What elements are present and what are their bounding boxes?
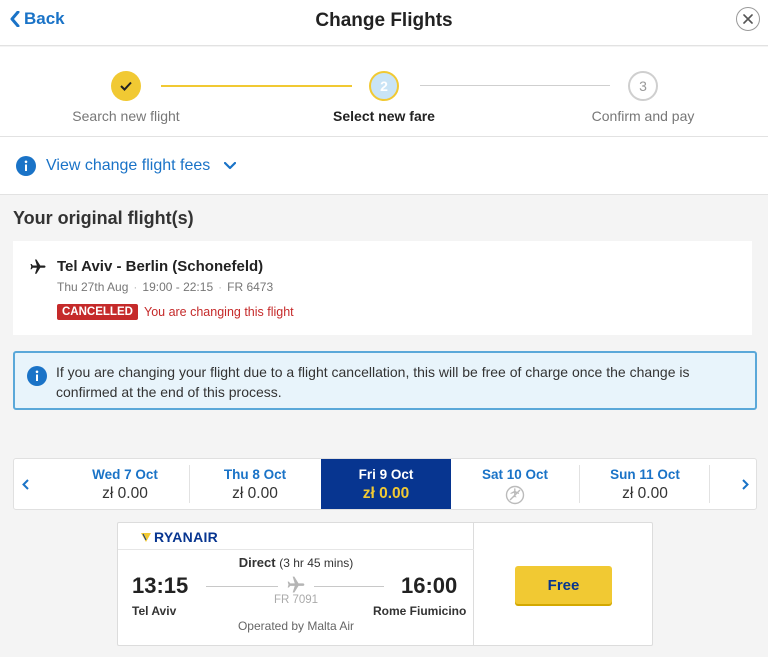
status-note: You are changing this flight <box>144 305 294 319</box>
arrival-city: Rome Fiumicino <box>373 604 467 618</box>
date-option-selected[interactable]: Fri 9 Oct zł 0.00 <box>321 459 451 509</box>
original-flight-card: Tel Aviv - Berlin (Schonefeld) Thu 27th … <box>13 241 752 335</box>
header: Back Change Flights <box>0 0 768 46</box>
date-selector: Wed 7 Oct zł 0.00 Thu 8 Oct zł 0.00 Fri … <box>13 458 757 510</box>
date-option[interactable]: Wed 7 Oct zł 0.00 <box>61 459 189 509</box>
date-price: zł 0.00 <box>622 485 668 502</box>
info-icon <box>16 155 36 176</box>
date-price: zł 0.00 <box>102 485 148 502</box>
view-change-fees-label: View change flight fees <box>46 156 211 174</box>
cancellation-info-box: If you are changing your flight due to a… <box>13 351 757 410</box>
view-change-fees-toggle[interactable]: View change flight fees <box>0 137 768 195</box>
flight-duration: (3 hr 45 mins) <box>279 556 354 570</box>
stepper-line-pending <box>420 85 610 86</box>
divider <box>579 465 580 503</box>
date-price: zł 0.00 <box>232 485 278 502</box>
original-flights-heading: Your original flight(s) <box>13 208 194 228</box>
step-3-circle: 3 <box>628 71 658 101</box>
airplane-icon <box>30 259 46 274</box>
chevron-right-icon <box>741 478 749 490</box>
page-title: Change Flights <box>315 10 453 31</box>
stepper-line-completed <box>161 85 352 87</box>
divider <box>118 549 474 550</box>
chevron-down-icon <box>224 161 237 169</box>
date-option[interactable]: Thu 8 Oct zł 0.00 <box>191 459 319 509</box>
step-1-circle <box>111 71 141 101</box>
airplane-icon <box>287 576 305 593</box>
date-label: Wed 7 Oct <box>92 467 158 482</box>
original-route: Tel Aviv - Berlin (Schonefeld) <box>57 258 264 275</box>
direct-duration: Direct (3 hr 45 mins) <box>118 555 474 570</box>
flight-fare-card: RYANAIR Direct (3 hr 45 mins) 13:15 Tel … <box>117 522 653 646</box>
arrival-time: 16:00 <box>401 573 458 598</box>
step-2-circle: 2 <box>369 71 399 101</box>
check-icon <box>120 81 132 91</box>
flight-details: RYANAIR Direct (3 hr 45 mins) 13:15 Tel … <box>118 523 474 645</box>
operated-by: Operated by Malta Air <box>237 619 355 633</box>
close-button[interactable] <box>736 7 760 31</box>
next-dates-button[interactable] <box>734 459 756 509</box>
original-flight-number: FR 6473 <box>227 280 274 294</box>
route-line <box>314 586 384 587</box>
date-price: zł 0.00 <box>362 485 410 502</box>
info-icon <box>27 366 47 386</box>
airline-logo: RYANAIR <box>140 529 218 545</box>
original-date: Thu 27th Aug <box>57 280 129 294</box>
status-badge: CANCELLED <box>57 304 138 320</box>
direct-label: Direct <box>238 555 276 570</box>
original-flight-meta: Thu 27th Aug · 19:00 - 22:15 · FR 6473 <box>57 280 274 294</box>
cancellation-info-text: If you are changing your flight due to a… <box>56 364 690 400</box>
date-option[interactable]: Sat 10 Oct <box>451 459 579 509</box>
divider <box>709 465 710 503</box>
route-line <box>206 586 278 587</box>
step-2-label: Select new fare <box>333 108 435 124</box>
step-1-label: Search new flight <box>72 108 180 124</box>
date-label: Sat 10 Oct <box>481 467 549 482</box>
no-flights-icon <box>451 485 579 510</box>
departure-city: Tel Aviv <box>132 604 177 618</box>
date-label: Fri 9 Oct <box>358 467 414 482</box>
close-icon <box>743 14 753 24</box>
select-fare-button[interactable]: Free <box>515 566 612 604</box>
original-times: 19:00 - 22:15 <box>142 280 214 294</box>
progress-stepper: Search new flight 2 Select new fare 3 Co… <box>0 47 768 137</box>
harp-icon <box>141 533 151 542</box>
divider <box>189 465 190 503</box>
date-option[interactable]: Sun 11 Oct zł 0.00 <box>581 459 709 509</box>
chevron-left-icon <box>21 478 29 490</box>
prev-dates-button[interactable] <box>14 459 36 509</box>
date-label: Thu 8 Oct <box>223 467 287 482</box>
step-3-label: Confirm and pay <box>591 108 695 124</box>
date-label: Sun 11 Oct <box>610 467 680 482</box>
